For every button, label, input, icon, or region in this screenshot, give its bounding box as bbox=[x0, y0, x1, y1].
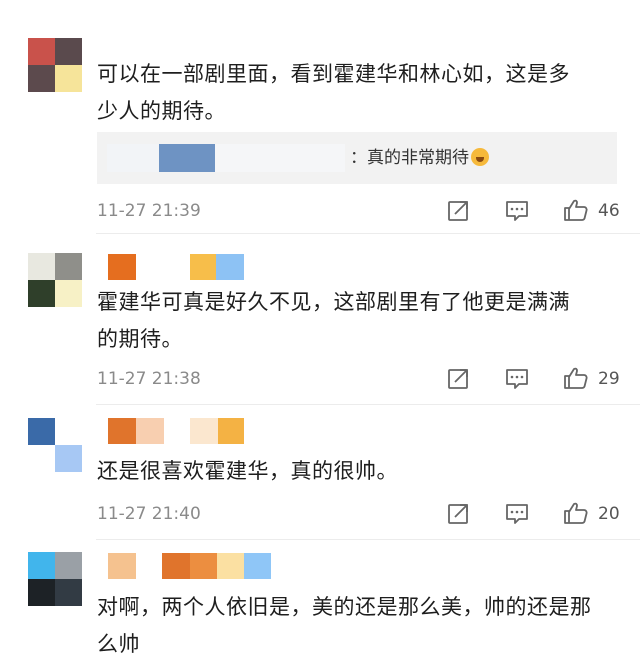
reply-text: ：真的非常期待 bbox=[350, 145, 489, 171]
avatar[interactable] bbox=[28, 38, 82, 92]
share-icon bbox=[448, 504, 468, 524]
username-mask[interactable] bbox=[108, 254, 244, 280]
share-button[interactable] bbox=[446, 502, 472, 526]
avatar[interactable] bbox=[28, 253, 82, 307]
comment-icon bbox=[506, 369, 528, 389]
comment-item: 霍建华可真是好久不见，这部剧里有了他更是满满 的期待。 11-27 21:38 … bbox=[0, 234, 640, 406]
divider bbox=[96, 404, 640, 405]
comment-text: 还是很喜欢霍建华，真的很帅。 bbox=[97, 459, 398, 483]
comment-icon bbox=[506, 504, 528, 524]
comment-time: 11-27 21:39 bbox=[97, 201, 201, 221]
thumbs-up-icon bbox=[564, 367, 588, 389]
comment-button[interactable] bbox=[504, 367, 530, 391]
comment-item: 可以在一部剧里面，看到霍建华和林心如，这是多 少人的期待。 ：真的非常期待 11… bbox=[0, 0, 640, 234]
comment-time: 11-27 21:38 bbox=[97, 369, 201, 389]
thumbs-up-icon bbox=[564, 502, 588, 524]
comment-icon bbox=[506, 201, 528, 221]
share-button[interactable] bbox=[446, 199, 472, 223]
comment-text: 可以在一部剧里面，看到霍建华和林心如，这是多 少人的期待。 bbox=[97, 62, 570, 123]
like-button[interactable] bbox=[563, 198, 589, 222]
like-button[interactable] bbox=[563, 501, 589, 525]
thumbs-up-icon bbox=[564, 199, 588, 221]
avatar[interactable] bbox=[28, 552, 82, 606]
like-button[interactable] bbox=[563, 366, 589, 390]
reply-author-mask bbox=[107, 144, 345, 172]
emoji-icon bbox=[471, 148, 489, 166]
reply-preview[interactable]: ：真的非常期待 bbox=[97, 132, 617, 184]
like-count: 20 bbox=[598, 504, 620, 524]
comment-text: 对啊，两个人依旧是，美的还是那么美，帅的还是那 么帅 bbox=[97, 595, 592, 656]
username-mask[interactable] bbox=[108, 418, 244, 444]
comment-time: 11-27 21:40 bbox=[97, 504, 201, 524]
username-mask[interactable] bbox=[108, 553, 271, 579]
share-icon bbox=[448, 201, 468, 221]
like-count: 46 bbox=[598, 201, 620, 221]
comment-item: 还是很喜欢霍建华，真的很帅。 11-27 21:40 20 bbox=[0, 406, 640, 540]
avatar[interactable] bbox=[28, 418, 82, 472]
share-icon bbox=[448, 369, 468, 389]
comment-button[interactable] bbox=[504, 199, 530, 223]
comment-button[interactable] bbox=[504, 502, 530, 526]
like-count: 29 bbox=[598, 369, 620, 389]
share-button[interactable] bbox=[446, 367, 472, 391]
comment-item: 对啊，两个人依旧是，美的还是那么美，帅的还是那 么帅 bbox=[0, 540, 640, 670]
comment-text: 霍建华可真是好久不见，这部剧里有了他更是满满 的期待。 bbox=[97, 290, 570, 351]
